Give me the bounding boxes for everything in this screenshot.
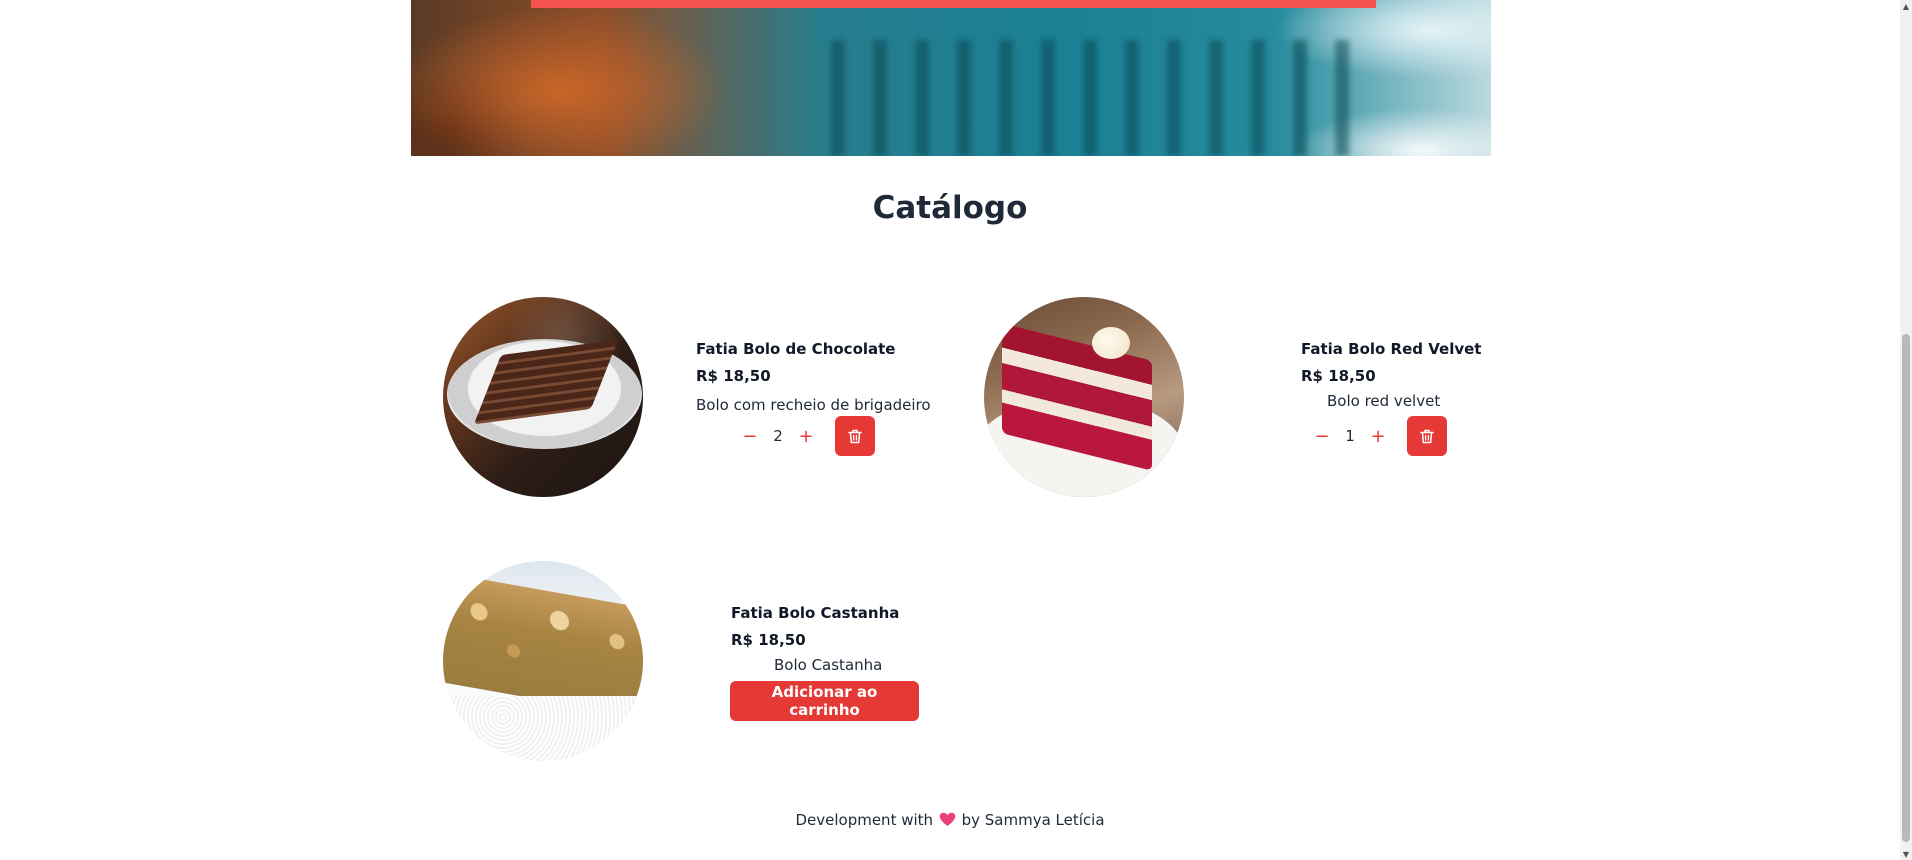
trash-icon [1420,429,1434,443]
product-description: Bolo red velvet [1327,392,1441,410]
product-info-castanha: Fatia Bolo Castanha R$ 18,50 [731,604,899,649]
quantity-value: 2 [773,427,783,445]
remove-from-cart-button[interactable] [1407,416,1447,456]
heart-icon [939,812,956,826]
remove-from-cart-button[interactable] [835,416,875,456]
footer-text-before: Development with [795,811,934,829]
product-image-castanha [443,561,643,761]
plus-icon: + [798,425,814,447]
hero-accent-bar [531,0,1376,8]
scroll-down-arrow-icon[interactable]: ▼ [1900,848,1912,860]
minus-icon: − [742,425,758,447]
catalog-title: Catálogo [872,190,1028,226]
product-price: R$ 18,50 [696,367,771,385]
product-price: R$ 18,50 [731,631,806,649]
product-info-chocolate: Fatia Bolo de Chocolate R$ 18,50 Bolo co… [696,340,931,414]
product-name: Fatia Bolo Red Velvet [1301,340,1482,358]
quantity-value: 1 [1345,427,1355,445]
minus-icon: − [1314,425,1330,447]
trash-icon [848,429,862,443]
decrease-quantity-button[interactable]: − [739,425,761,447]
decrease-quantity-button[interactable]: − [1311,425,1333,447]
quantity-control-red-velvet: − 1 + [1311,416,1447,456]
scroll-up-arrow-icon[interactable]: ▲ [1900,0,1912,12]
product-image-chocolate [443,297,643,497]
plus-icon: + [1370,425,1386,447]
product-image-red-velvet [984,297,1184,497]
footer: Development with by Sammya Letícia [0,811,1900,829]
increase-quantity-button[interactable]: + [1367,425,1389,447]
product-description: Bolo Castanha [774,656,883,674]
product-name: Fatia Bolo Castanha [731,604,900,622]
product-description: Bolo com recheio de brigadeiro [696,396,931,414]
add-to-cart-button[interactable]: Adicionar ao carrinho [730,681,919,721]
footer-text-after: by Sammya Letícia [961,811,1105,829]
hero-banner-image [411,0,1491,156]
product-name: Fatia Bolo de Chocolate [696,340,896,358]
increase-quantity-button[interactable]: + [795,425,817,447]
scrollbar-thumb[interactable] [1902,334,1910,842]
hero-background-detail [831,40,1371,156]
product-price: R$ 18,50 [1301,367,1376,385]
page-scrollbar[interactable]: ▲ ▼ [1900,0,1912,860]
product-info-red-velvet: Fatia Bolo Red Velvet R$ 18,50 [1301,340,1481,385]
quantity-control-chocolate: − 2 + [739,416,875,456]
